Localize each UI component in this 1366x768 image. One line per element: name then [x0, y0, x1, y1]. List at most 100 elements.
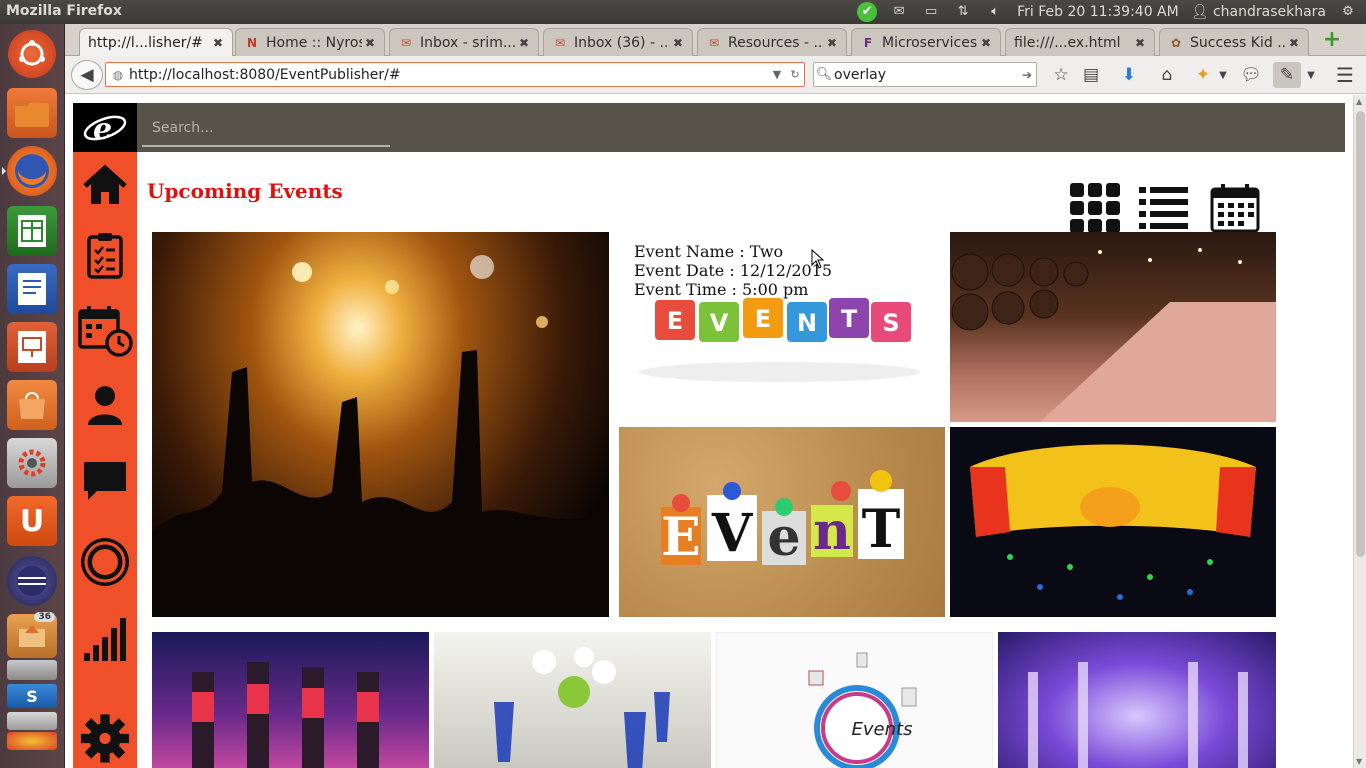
close-icon[interactable]: ✖ — [210, 36, 226, 50]
gmail-icon: ✉ — [554, 35, 566, 50]
extension-dropdown-icon[interactable]: ▼ — [1209, 62, 1237, 88]
launcher-badge: 36 — [34, 612, 55, 622]
event-card-concert[interactable] — [152, 232, 609, 617]
event-card-details[interactable]: Event Name : Two Event Date : 12/12/2015… — [619, 232, 945, 422]
event-card-corkboard[interactable]: E V e n T — [619, 427, 945, 617]
web-search-input[interactable] — [834, 66, 1018, 83]
calendar-clock-icon[interactable] — [77, 302, 133, 358]
url-dropdown-icon[interactable]: ▼ — [768, 68, 786, 81]
event-card-stage[interactable] — [950, 427, 1276, 617]
chrome-icon[interactable] — [7, 732, 57, 750]
close-icon[interactable]: ✖ — [1132, 36, 1148, 50]
eclipse-icon[interactable] — [7, 556, 57, 606]
list-view-icon[interactable] — [1138, 182, 1190, 234]
new-tab-plus-icon[interactable]: + — [1321, 29, 1343, 52]
reload-icon[interactable]: ↻ — [786, 68, 804, 81]
mail-icon[interactable]: ✉ — [889, 4, 909, 20]
tab-label: Success Kid ... — [1190, 34, 1286, 51]
ubuntu-one-icon[interactable]: U — [7, 496, 57, 546]
scrollbar-thumb[interactable] — [1356, 111, 1365, 557]
back-arrow-icon[interactable]: ◀ — [71, 60, 103, 90]
firefox-icon[interactable] — [2, 146, 57, 196]
scroll-up-icon[interactable]: ▲ — [1356, 97, 1362, 106]
ring-icon[interactable] — [77, 534, 133, 590]
event-card-events-circle[interactable]: Events — [716, 632, 993, 768]
downloads-icon[interactable]: ⬇ — [1115, 62, 1143, 88]
cork-letter-4: n — [813, 501, 851, 562]
minimized-window-1-icon[interactable] — [7, 660, 57, 680]
home-icon[interactable] — [80, 160, 130, 210]
cork-letter-5: T — [862, 499, 901, 560]
app-logo[interactable]: e — [73, 103, 137, 152]
app-search-input[interactable] — [142, 111, 390, 147]
clock[interactable]: Fri Feb 20 11:39:40 AM — [1017, 4, 1179, 20]
page-scrollbar[interactable]: ▲ ▼ — [1353, 95, 1366, 768]
sync-check-icon[interactable]: ✔ — [857, 2, 878, 22]
software-center-icon[interactable] — [7, 380, 57, 430]
clipboard-checklist-icon[interactable] — [80, 230, 130, 280]
battery-icon[interactable]: ▭ — [921, 4, 941, 20]
search-go-icon[interactable]: ➔ — [1018, 68, 1036, 82]
close-icon[interactable]: ✖ — [1286, 36, 1302, 50]
settings-gear-icon[interactable]: ⚙ — [1338, 4, 1358, 20]
tab-file[interactable]: file:///...ex.html ✖ — [1005, 28, 1155, 56]
scroll-down-icon[interactable]: ▼ — [1356, 757, 1362, 766]
impress-icon[interactable] — [7, 322, 57, 372]
tab-inbox-srim[interactable]: ✉ Inbox - srim... ✖ — [389, 28, 539, 56]
close-icon[interactable]: ✖ — [516, 36, 532, 50]
grid-view-icon[interactable] — [1069, 182, 1121, 234]
tools-dropdown-icon[interactable]: ▼ — [1297, 62, 1325, 88]
event-card-table-setting[interactable] — [434, 632, 711, 768]
ubuntu-dash-icon[interactable] — [8, 30, 56, 78]
tab-label: Home :: Nyros — [266, 34, 362, 51]
tab-success-kid[interactable]: ✿ Success Kid ... ✖ — [1159, 28, 1309, 56]
gmail-icon: ✉ — [708, 35, 720, 50]
web-search-bar[interactable]: 🔍︎ ➔ — [813, 62, 1037, 87]
cork-letter-3: e — [767, 507, 800, 568]
close-icon[interactable]: ✖ — [362, 36, 378, 50]
calc-icon[interactable] — [7, 206, 57, 256]
close-icon[interactable]: ✖ — [670, 36, 686, 50]
tab-label: Inbox (36) - ... — [574, 34, 670, 51]
skype-icon[interactable]: S — [7, 684, 57, 708]
minimized-window-2-icon[interactable] — [7, 712, 57, 730]
files-icon[interactable] — [7, 88, 57, 138]
bookmark-star-icon[interactable]: ☆ — [1047, 62, 1075, 88]
tab-resources[interactable]: ✉ Resources - ... ✖ — [697, 28, 847, 56]
event-card-dancers[interactable] — [152, 632, 429, 768]
bar-chart-icon[interactable] — [80, 614, 130, 664]
browser-window: http://l...lisher/# ✖ N Home :: Nyros ✖ … — [65, 24, 1366, 768]
tab-event-publisher[interactable]: http://l...lisher/# ✖ — [79, 28, 233, 56]
url-bar[interactable]: ◍ ▼ ↻ — [105, 62, 805, 87]
tab-label: Microservices — [882, 34, 978, 51]
app-header: e — [73, 103, 1345, 152]
svg-text:e: e — [93, 112, 112, 147]
user-menu[interactable]: 👤︎ chandrasekhara — [1191, 4, 1326, 20]
event-card-banquet[interactable] — [950, 232, 1276, 422]
stacked-apps-icon[interactable]: 36 — [7, 612, 57, 658]
tab-inbox-36[interactable]: ✉ Inbox (36) - ... ✖ — [543, 28, 693, 56]
home-icon[interactable]: ⌂ — [1153, 62, 1181, 88]
user-icon: 👤︎ — [1190, 4, 1209, 20]
event-info-overlay: Event Name : Two Event Date : 12/12/2015… — [634, 242, 832, 299]
reading-list-icon[interactable]: ▤ — [1077, 62, 1105, 88]
event-card-purple-hall[interactable] — [998, 632, 1276, 768]
writer-icon[interactable] — [7, 264, 57, 314]
user-profile-icon[interactable] — [80, 380, 130, 430]
block-letter-3: E — [755, 305, 771, 333]
block-letter-2: V — [710, 309, 729, 337]
chat-bubble-icon[interactable] — [80, 456, 130, 506]
calendar-view-icon[interactable] — [1209, 182, 1261, 234]
url-input[interactable] — [127, 63, 768, 86]
close-icon[interactable]: ✖ — [824, 36, 840, 50]
settings-gear-icon[interactable] — [80, 696, 130, 768]
chat-icon[interactable]: 💬︎ — [1237, 62, 1265, 88]
logo-e-icon: e — [83, 112, 127, 147]
network-icon[interactable]: ⇅ — [953, 4, 973, 20]
tab-nyros[interactable]: N Home :: Nyros ✖ — [235, 28, 385, 56]
menu-hamburger-icon[interactable]: ☰ — [1331, 62, 1359, 88]
tab-microservices[interactable]: F Microservices ✖ — [851, 28, 1001, 56]
close-icon[interactable]: ✖ — [978, 36, 994, 50]
volume-icon[interactable]: 🔈︎ — [985, 4, 1005, 20]
system-settings-icon[interactable] — [7, 438, 57, 488]
